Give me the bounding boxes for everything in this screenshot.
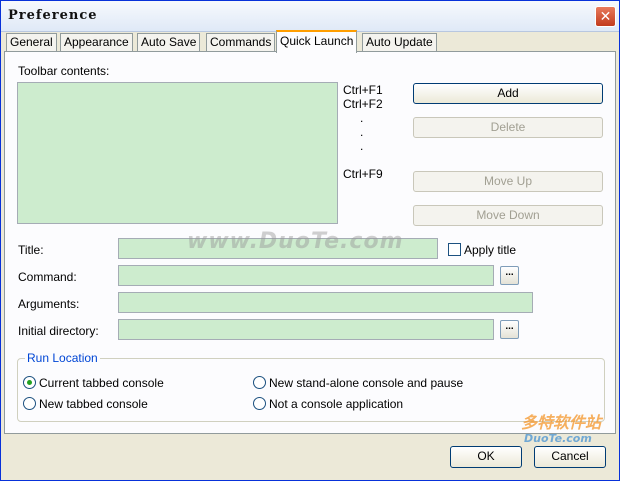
initial-directory-label: Initial directory:	[18, 324, 99, 338]
move-up-button[interactable]: Move Up	[413, 171, 603, 192]
shortcut-ellipsis-dot: .	[360, 111, 364, 125]
watermark-brand-url: DuoTe.com	[524, 432, 592, 445]
new-tabbed-console-radio[interactable]	[23, 397, 36, 410]
tab-general[interactable]: General	[6, 33, 57, 51]
not-console-application-radio[interactable]	[253, 397, 266, 410]
watermark-brand: 多特软件站	[521, 413, 602, 432]
current-tabbed-console-label: Current tabbed console	[39, 376, 164, 390]
tab-auto-save[interactable]: Auto Save	[137, 33, 201, 51]
shortcut-ctrl-f1: Ctrl+F1	[343, 83, 383, 97]
new-standalone-console-radio[interactable]	[253, 376, 266, 389]
toolbar-contents-list[interactable]	[17, 82, 338, 224]
shortcut-ellipsis-dot: .	[360, 139, 364, 153]
preference-window: Preference ✕ General Appearance Auto Sav…	[0, 0, 620, 481]
arguments-input[interactable]	[118, 292, 533, 313]
command-input[interactable]	[118, 265, 494, 286]
delete-button[interactable]: Delete	[413, 117, 603, 138]
command-browse-button[interactable]: ...	[500, 266, 519, 285]
apply-title-label: Apply title	[464, 243, 517, 257]
close-icon[interactable]: ✕	[595, 6, 616, 27]
new-standalone-console-label: New stand-alone console and pause	[269, 376, 464, 390]
shortcut-ellipsis-dot: .	[360, 125, 364, 139]
toolbar-contents-label: Toolbar contents:	[18, 64, 110, 78]
title-label: Title:	[18, 243, 44, 257]
tab-commands[interactable]: Commands	[206, 33, 276, 51]
tab-appearance[interactable]: Appearance	[60, 33, 133, 51]
initial-directory-input[interactable]	[118, 319, 494, 340]
run-location-group	[17, 358, 605, 422]
initial-directory-browse-button[interactable]: ...	[500, 320, 519, 339]
not-console-application-label: Not a console application	[269, 397, 404, 411]
current-tabbed-console-radio[interactable]	[23, 376, 36, 389]
window-title: Preference	[8, 8, 98, 23]
apply-title-checkbox[interactable]	[448, 243, 461, 256]
new-tabbed-console-label: New tabbed console	[39, 397, 148, 411]
shortcut-ctrl-f2: Ctrl+F2	[343, 97, 383, 111]
ok-button[interactable]: OK	[450, 446, 522, 468]
move-down-button[interactable]: Move Down	[413, 205, 603, 226]
command-label: Command:	[18, 270, 77, 284]
title-bar: Preference ✕	[1, 1, 619, 32]
cancel-button[interactable]: Cancel	[534, 446, 606, 468]
arguments-label: Arguments:	[18, 297, 80, 311]
tab-auto-update[interactable]: Auto Update	[362, 33, 437, 51]
add-button[interactable]: Add	[413, 83, 603, 104]
watermark-text: www.DuoTe.com	[187, 229, 404, 254]
run-location-label: Run Location	[25, 351, 100, 365]
shortcut-ctrl-f9: Ctrl+F9	[343, 167, 383, 181]
tab-quick-launch[interactable]: Quick Launch	[276, 30, 358, 53]
